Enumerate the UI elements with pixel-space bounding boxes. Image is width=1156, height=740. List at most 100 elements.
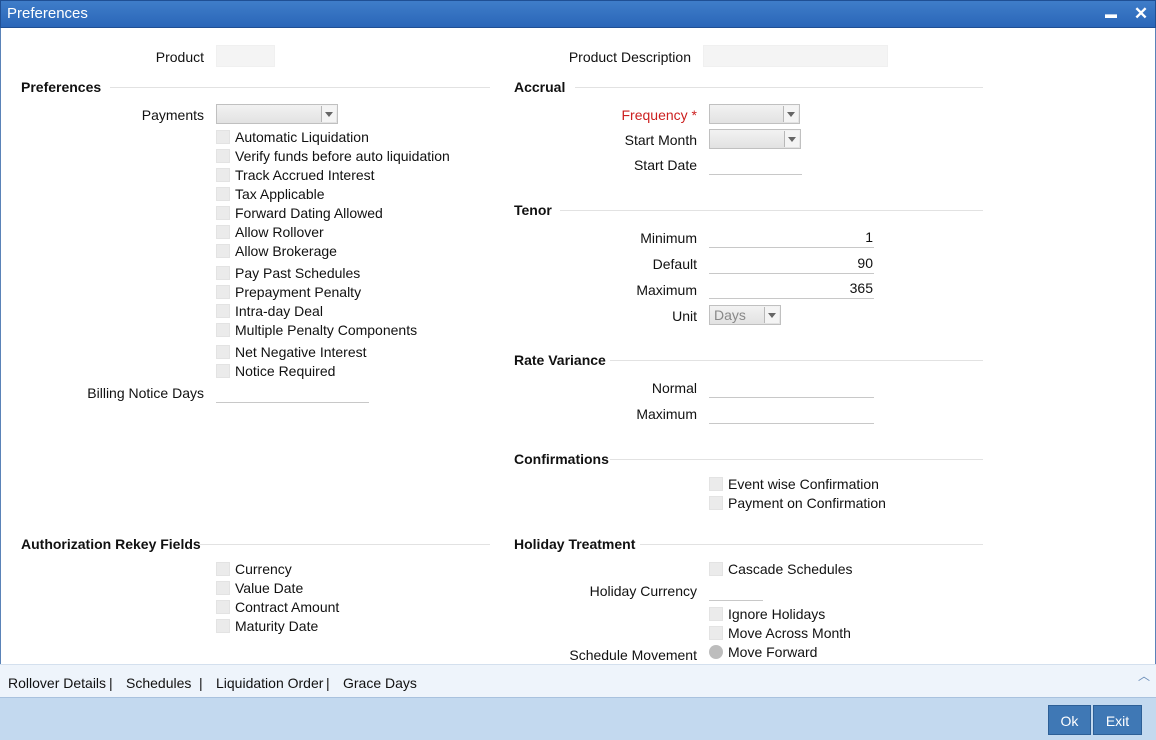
exit-button[interactable]: Exit — [1093, 705, 1142, 735]
tab-separator: | — [326, 675, 330, 691]
footer-bar: Ok Exit — [0, 697, 1156, 740]
subscreen-tab-bar: Rollover Details | Schedules | Liquidati… — [0, 664, 1156, 697]
preferences-divider — [110, 87, 490, 88]
unit-select[interactable]: Days — [709, 305, 781, 325]
holiday-divider — [640, 544, 983, 545]
authorization-divider — [200, 544, 490, 545]
rekey-currency-checkbox[interactable] — [216, 562, 230, 576]
tenor-maximum-input[interactable]: 365 — [709, 279, 874, 299]
product-field — [216, 45, 275, 67]
event-wise-confirmation-label: Event wise Confirmation — [728, 476, 879, 492]
rekey-contract-amount-checkbox[interactable] — [216, 600, 230, 614]
move-across-month-label: Move Across Month — [728, 625, 851, 641]
payments-select[interactable] — [216, 104, 338, 124]
rate-normal-label: Normal — [651, 380, 697, 396]
ok-button[interactable]: Ok — [1048, 705, 1091, 735]
tab-separator: | — [109, 675, 113, 691]
allow-rollover-checkbox[interactable] — [216, 225, 230, 239]
preferences-form: Product Product Description Preferences … — [0, 28, 1156, 660]
tenor-minimum-label: Minimum — [640, 230, 697, 246]
move-across-month-checkbox[interactable] — [709, 626, 723, 640]
rekey-value-date-checkbox[interactable] — [216, 581, 230, 595]
rate-maximum-input[interactable] — [709, 404, 874, 424]
tax-applicable-checkbox[interactable] — [216, 187, 230, 201]
tab-grace-days[interactable]: Grace Days — [343, 675, 417, 691]
move-forward-radio[interactable] — [709, 645, 723, 659]
verify-funds-checkbox[interactable] — [216, 149, 230, 163]
chevron-down-icon — [764, 307, 779, 323]
accrual-section-title: Accrual — [514, 79, 566, 95]
event-wise-confirmation-checkbox[interactable] — [709, 477, 723, 491]
frequency-select[interactable] — [709, 104, 800, 124]
ignore-holidays-checkbox[interactable] — [709, 607, 723, 621]
billing-notice-days-label: Billing Notice Days — [87, 385, 204, 401]
frequency-label: Frequency * — [621, 107, 698, 123]
automatic-liquidation-checkbox[interactable] — [216, 130, 230, 144]
allow-brokerage-label: Allow Brokerage — [235, 243, 337, 259]
track-accrued-interest-checkbox[interactable] — [216, 168, 230, 182]
prepayment-penalty-label: Prepayment Penalty — [235, 284, 362, 300]
window-title: Preferences — [7, 5, 88, 22]
accrual-divider — [575, 87, 983, 88]
cascade-schedules-checkbox[interactable] — [709, 562, 723, 576]
preferences-section-title: Preferences — [21, 79, 102, 95]
chevron-down-icon — [784, 131, 799, 147]
rate-normal-input[interactable] — [709, 378, 874, 398]
net-negative-interest-checkbox[interactable] — [216, 345, 230, 359]
billing-notice-days-input[interactable] — [216, 383, 369, 403]
tenor-section-title: Tenor — [514, 202, 552, 218]
multiple-penalty-label: Multiple Penalty Components — [235, 322, 418, 338]
rate-maximum-label: Maximum — [636, 406, 697, 422]
start-month-label: Start Month — [624, 132, 697, 148]
allow-rollover-label: Allow Rollover — [235, 224, 324, 240]
payment-on-confirmation-checkbox[interactable] — [709, 496, 723, 510]
cascade-schedules-label: Cascade Schedules — [728, 561, 853, 577]
chevron-down-icon — [321, 106, 336, 122]
track-accrued-interest-label: Track Accrued Interest — [235, 167, 375, 183]
start-date-label: Start Date — [633, 157, 697, 173]
automatic-liquidation-label: Automatic Liquidation — [235, 129, 369, 145]
title-bar: Preferences ▬ ✕ — [0, 0, 1156, 28]
tab-liquidation-order[interactable]: Liquidation Order — [216, 675, 323, 691]
tax-applicable-label: Tax Applicable — [235, 186, 325, 202]
rate-variance-section-title: Rate Variance — [514, 352, 606, 368]
forward-dating-checkbox[interactable] — [216, 206, 230, 220]
allow-brokerage-checkbox[interactable] — [216, 244, 230, 258]
payments-label: Payments — [141, 107, 204, 123]
intra-day-deal-label: Intra-day Deal — [235, 303, 323, 319]
tenor-default-input[interactable]: 90 — [709, 254, 874, 274]
intra-day-deal-checkbox[interactable] — [216, 304, 230, 318]
rekey-value-date-label: Value Date — [235, 580, 304, 596]
notice-required-checkbox[interactable] — [216, 364, 230, 378]
holiday-currency-label: Holiday Currency — [589, 583, 697, 599]
holiday-section-title: Holiday Treatment — [514, 536, 636, 552]
chevron-up-icon[interactable]: ︿ — [1138, 667, 1150, 684]
confirmations-divider — [610, 459, 983, 460]
unit-label: Unit — [672, 308, 697, 324]
tab-schedules[interactable]: Schedules — [126, 675, 191, 691]
pay-past-schedules-checkbox[interactable] — [216, 266, 230, 280]
multiple-penalty-checkbox[interactable] — [216, 323, 230, 337]
start-date-input[interactable] — [709, 155, 802, 175]
prepayment-penalty-checkbox[interactable] — [216, 285, 230, 299]
move-forward-label: Move Forward — [728, 644, 818, 660]
payment-on-confirmation-label: Payment on Confirmation — [728, 495, 886, 511]
minimize-icon[interactable]: ▬ — [1101, 4, 1121, 24]
tenor-minimum-input[interactable]: 1 — [709, 228, 874, 248]
product-label: Product — [155, 49, 204, 65]
tenor-maximum-label: Maximum — [636, 282, 697, 298]
close-icon[interactable]: ✕ — [1131, 4, 1151, 24]
tab-rollover-details[interactable]: Rollover Details — [8, 675, 106, 691]
notice-required-label: Notice Required — [235, 363, 336, 379]
ignore-holidays-label: Ignore Holidays — [728, 606, 826, 622]
tab-separator: | — [199, 675, 203, 691]
verify-funds-label: Verify funds before auto liquidation — [235, 148, 450, 164]
rekey-contract-amount-label: Contract Amount — [235, 599, 340, 615]
tenor-divider — [560, 210, 983, 211]
confirmations-section-title: Confirmations — [514, 451, 609, 467]
rate-variance-divider — [610, 360, 983, 361]
holiday-currency-input[interactable] — [709, 581, 763, 601]
start-month-select[interactable] — [709, 129, 801, 149]
chevron-down-icon — [783, 106, 798, 122]
rekey-maturity-date-checkbox[interactable] — [216, 619, 230, 633]
